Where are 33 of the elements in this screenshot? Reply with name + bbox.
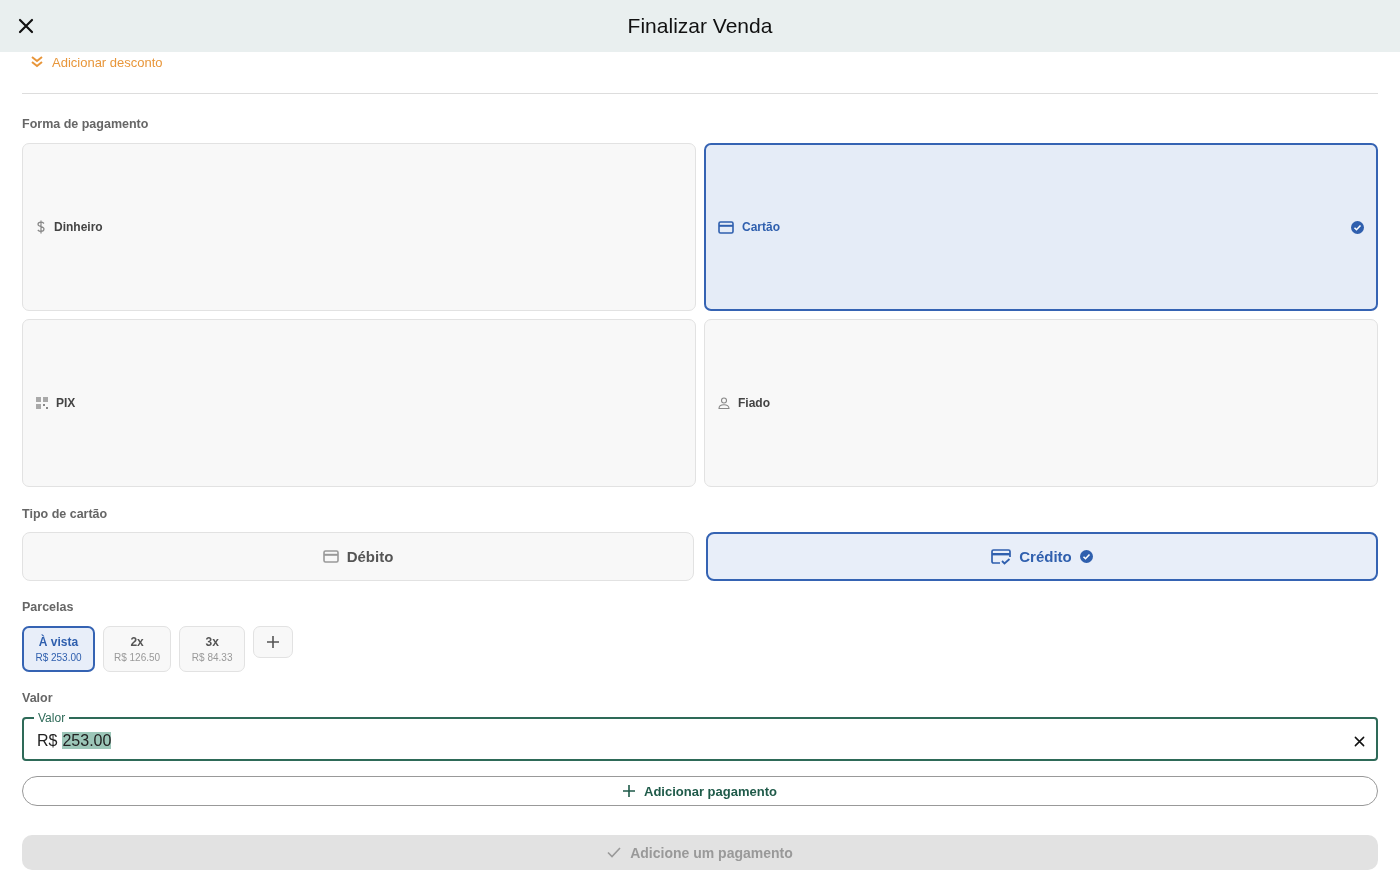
- dialog-title: Finalizar Venda: [627, 14, 773, 38]
- qr-code-icon: [36, 397, 48, 409]
- plus-icon: [623, 785, 636, 797]
- section-label: Tipo de cartão: [22, 507, 109, 521]
- field-label: Valor: [34, 711, 70, 725]
- add-payment-button[interactable]: Adicionar pagamento: [22, 776, 1378, 806]
- more-installments-button[interactable]: [253, 626, 294, 658]
- dollar-icon: [36, 220, 46, 234]
- installment-option[interactable]: À vista R$ 253.00: [22, 626, 95, 672]
- payment-method-card[interactable]: Fiado: [704, 319, 1378, 487]
- person-icon: [718, 397, 730, 409]
- currency-prefix: R$: [37, 732, 58, 750]
- section-label: Parcelas: [22, 600, 75, 614]
- check-icon: [607, 847, 622, 858]
- double-chevron-icon: [30, 56, 44, 68]
- card-type-option[interactable]: Crédito: [706, 532, 1378, 581]
- plus-icon: [267, 636, 280, 648]
- payment-method-card[interactable]: Dinheiro: [22, 143, 696, 311]
- section-label: Forma de pagamento: [22, 117, 150, 131]
- installment-option[interactable]: 2x R$ 126.50: [103, 626, 172, 672]
- card-type-option[interactable]: Débito: [22, 532, 694, 581]
- check-circle-icon: [1351, 220, 1364, 234]
- installment-option[interactable]: 3x R$ 84.33: [179, 626, 246, 672]
- check-circle-icon: [1079, 550, 1093, 563]
- card-check-icon: [991, 548, 1012, 565]
- close-icon: [1353, 735, 1365, 747]
- card-icon: [718, 220, 734, 234]
- payment-method-card[interactable]: PIX: [22, 319, 696, 487]
- field-value: 253.00: [62, 732, 112, 749]
- section-label: Valor: [22, 691, 54, 705]
- close-icon: [18, 18, 34, 34]
- payment-method-card[interactable]: Cartão: [704, 143, 1378, 311]
- card-icon: [322, 550, 339, 563]
